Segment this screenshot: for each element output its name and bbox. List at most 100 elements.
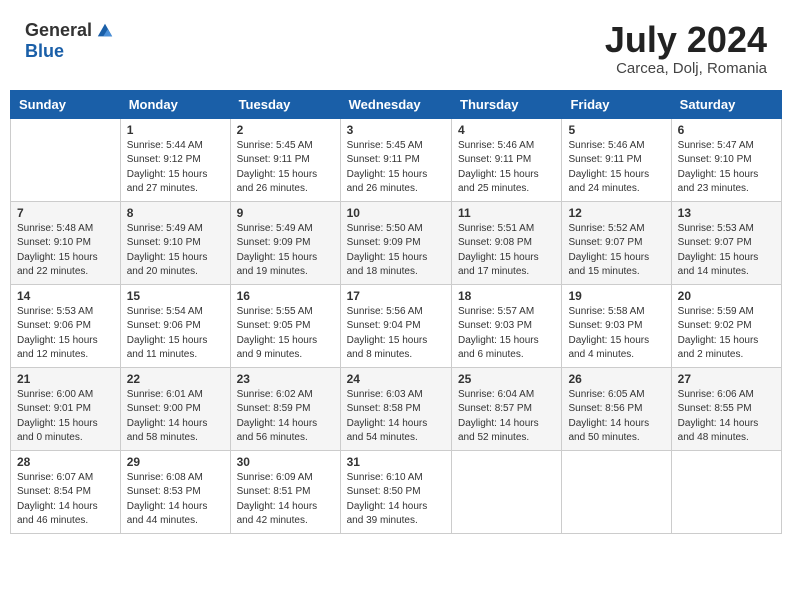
day-of-week-saturday: Saturday [671,90,781,118]
calendar-cell: 1 Sunrise: 5:44 AMSunset: 9:12 PMDaylight… [120,118,230,201]
day-number: 12 [568,206,664,220]
day-info: Sunrise: 5:53 AMSunset: 9:06 PMDaylight:… [17,305,114,363]
month-year-title: July 2024 [605,20,767,60]
day-info: Sunrise: 5:50 AMSunset: 9:09 PMDaylight:… [347,222,445,280]
calendar-cell: 15Sunrise: 5:54 AMSunset: 9:06 PMDayligh… [120,284,230,367]
day-info: Sunrise: 5:46 AMSunset: 9:11 PMDaylight:… [458,139,555,197]
calendar-cell: 31 Sunrise: 6:10 AMSunset: 8:50 PMDayligh… [340,450,451,533]
day-info: Sunrise: 6:07 AMSunset: 8:54 PMDaylight:… [17,471,114,529]
calendar-cell: 28Sunrise: 6:07 AMSunset: 8:54 PMDayligh… [11,450,121,533]
calendar-cell [671,450,781,533]
calendar-cell: 6 Sunrise: 5:47 AMSunset: 9:10 PMDaylight… [671,118,781,201]
calendar-cell: 29 Sunrise: 6:08 AMSunset: 8:53 PMDayligh… [120,450,230,533]
day-number: 6 [678,123,775,137]
day-info: Sunrise: 5:52 AMSunset: 9:07 PMDaylight:… [568,222,664,280]
day-info: Sunrise: 6:05 AMSunset: 8:56 PMDaylight:… [568,388,664,446]
day-number: 3 [347,123,445,137]
calendar-cell: 30Sunrise: 6:09 AMSunset: 8:51 PMDayligh… [230,450,340,533]
calendar-cell: 7 Sunrise: 5:48 AMSunset: 9:10 PMDaylight… [11,201,121,284]
day-number: 1 [127,123,224,137]
day-info: Sunrise: 5:56 AMSunset: 9:04 PMDaylight:… [347,305,445,363]
day-of-week-thursday: Thursday [452,90,562,118]
day-info: Sunrise: 6:08 AMSunset: 8:53 PMDaylight:… [127,471,224,529]
day-info: Sunrise: 5:58 AMSunset: 9:03 PMDaylight:… [568,305,664,363]
calendar-cell: 19 Sunrise: 5:58 AMSunset: 9:03 PMDayligh… [562,284,671,367]
day-number: 25 [458,372,555,386]
calendar-cell: 10 Sunrise: 5:50 AMSunset: 9:09 PMDayligh… [340,201,451,284]
day-of-week-wednesday: Wednesday [340,90,451,118]
calendar-cell: 24 Sunrise: 6:03 AMSunset: 8:58 PMDayligh… [340,367,451,450]
day-of-week-sunday: Sunday [11,90,121,118]
day-info: Sunrise: 5:44 AMSunset: 9:12 PMDaylight:… [127,139,224,197]
day-info: Sunrise: 6:02 AMSunset: 8:59 PMDaylight:… [237,388,334,446]
calendar-cell: 20 Sunrise: 5:59 AMSunset: 9:02 PMDayligh… [671,284,781,367]
day-number: 23 [237,372,334,386]
day-info: Sunrise: 6:00 AMSunset: 9:01 PMDaylight:… [17,388,114,446]
day-info: Sunrise: 5:45 AMSunset: 9:11 PMDaylight:… [347,139,445,197]
day-number: 26 [568,372,664,386]
day-number: 29 [127,455,224,469]
day-number: 20 [678,289,775,303]
day-number: 17 [347,289,445,303]
day-number: 30 [237,455,334,469]
calendar-cell [11,118,121,201]
day-number: 21 [17,372,114,386]
day-number: 2 [237,123,334,137]
day-info: Sunrise: 6:01 AMSunset: 9:00 PMDaylight:… [127,388,224,446]
day-number: 22 [127,372,224,386]
day-number: 19 [568,289,664,303]
calendar-cell: 21 Sunrise: 6:00 AMSunset: 9:01 PMDayligh… [11,367,121,450]
day-number: 13 [678,206,775,220]
calendar-cell: 14 Sunrise: 5:53 AMSunset: 9:06 PMDayligh… [11,284,121,367]
day-number: 27 [678,372,775,386]
day-info: Sunrise: 5:54 AMSunset: 9:06 PMDaylight:… [127,305,224,363]
day-of-week-tuesday: Tuesday [230,90,340,118]
day-info: Sunrise: 5:57 AMSunset: 9:03 PMDaylight:… [458,305,555,363]
day-info: Sunrise: 5:59 AMSunset: 9:02 PMDaylight:… [678,305,775,363]
calendar-cell: 5Sunrise: 5:46 AMSunset: 9:11 PMDaylight… [562,118,671,201]
day-info: Sunrise: 5:49 AMSunset: 9:09 PMDaylight:… [237,222,334,280]
day-info: Sunrise: 5:47 AMSunset: 9:10 PMDaylight:… [678,139,775,197]
page-header: General Blue July 2024 Carcea, Dolj, Rom… [10,10,782,82]
calendar-week-1: 1 Sunrise: 5:44 AMSunset: 9:12 PMDaylight… [11,118,782,201]
day-info: Sunrise: 6:03 AMSunset: 8:58 PMDaylight:… [347,388,445,446]
title-block: July 2024 Carcea, Dolj, Romania [605,20,767,77]
calendar-cell: 16Sunrise: 5:55 AMSunset: 9:05 PMDayligh… [230,284,340,367]
location-subtitle: Carcea, Dolj, Romania [605,60,767,77]
calendar-cell: 13Sunrise: 5:53 AMSunset: 9:07 PMDayligh… [671,201,781,284]
day-number: 24 [347,372,445,386]
calendar-week-4: 21 Sunrise: 6:00 AMSunset: 9:01 PMDayligh… [11,367,782,450]
calendar-cell: 18Sunrise: 5:57 AMSunset: 9:03 PMDayligh… [452,284,562,367]
calendar-week-5: 28Sunrise: 6:07 AMSunset: 8:54 PMDayligh… [11,450,782,533]
day-number: 11 [458,206,555,220]
day-info: Sunrise: 5:49 AMSunset: 9:10 PMDaylight:… [127,222,224,280]
calendar-cell: 27 Sunrise: 6:06 AMSunset: 8:55 PMDayligh… [671,367,781,450]
calendar-cell: 17 Sunrise: 5:56 AMSunset: 9:04 PMDayligh… [340,284,451,367]
day-info: Sunrise: 6:10 AMSunset: 8:50 PMDaylight:… [347,471,445,529]
calendar-cell: 12 Sunrise: 5:52 AMSunset: 9:07 PMDayligh… [562,201,671,284]
logo-icon [96,22,114,40]
day-number: 8 [127,206,224,220]
calendar-cell: 9Sunrise: 5:49 AMSunset: 9:09 PMDaylight… [230,201,340,284]
day-number: 4 [458,123,555,137]
day-number: 10 [347,206,445,220]
day-info: Sunrise: 5:55 AMSunset: 9:05 PMDaylight:… [237,305,334,363]
day-number: 14 [17,289,114,303]
day-number: 7 [17,206,114,220]
logo-general-text: General [25,20,92,41]
calendar-week-3: 14 Sunrise: 5:53 AMSunset: 9:06 PMDayligh… [11,284,782,367]
day-number: 5 [568,123,664,137]
calendar-cell: 26 Sunrise: 6:05 AMSunset: 8:56 PMDayligh… [562,367,671,450]
day-info: Sunrise: 6:06 AMSunset: 8:55 PMDaylight:… [678,388,775,446]
calendar-cell: 8 Sunrise: 5:49 AMSunset: 9:10 PMDaylight… [120,201,230,284]
day-of-week-friday: Friday [562,90,671,118]
calendar-cell: 4 Sunrise: 5:46 AMSunset: 9:11 PMDaylight… [452,118,562,201]
day-info: Sunrise: 5:48 AMSunset: 9:10 PMDaylight:… [17,222,114,280]
calendar-week-2: 7 Sunrise: 5:48 AMSunset: 9:10 PMDaylight… [11,201,782,284]
logo-blue-text: Blue [25,41,64,62]
day-number: 31 [347,455,445,469]
calendar-cell: 3 Sunrise: 5:45 AMSunset: 9:11 PMDaylight… [340,118,451,201]
day-info: Sunrise: 5:51 AMSunset: 9:08 PMDaylight:… [458,222,555,280]
day-info: Sunrise: 6:04 AMSunset: 8:57 PMDaylight:… [458,388,555,446]
logo: General Blue [25,20,114,62]
